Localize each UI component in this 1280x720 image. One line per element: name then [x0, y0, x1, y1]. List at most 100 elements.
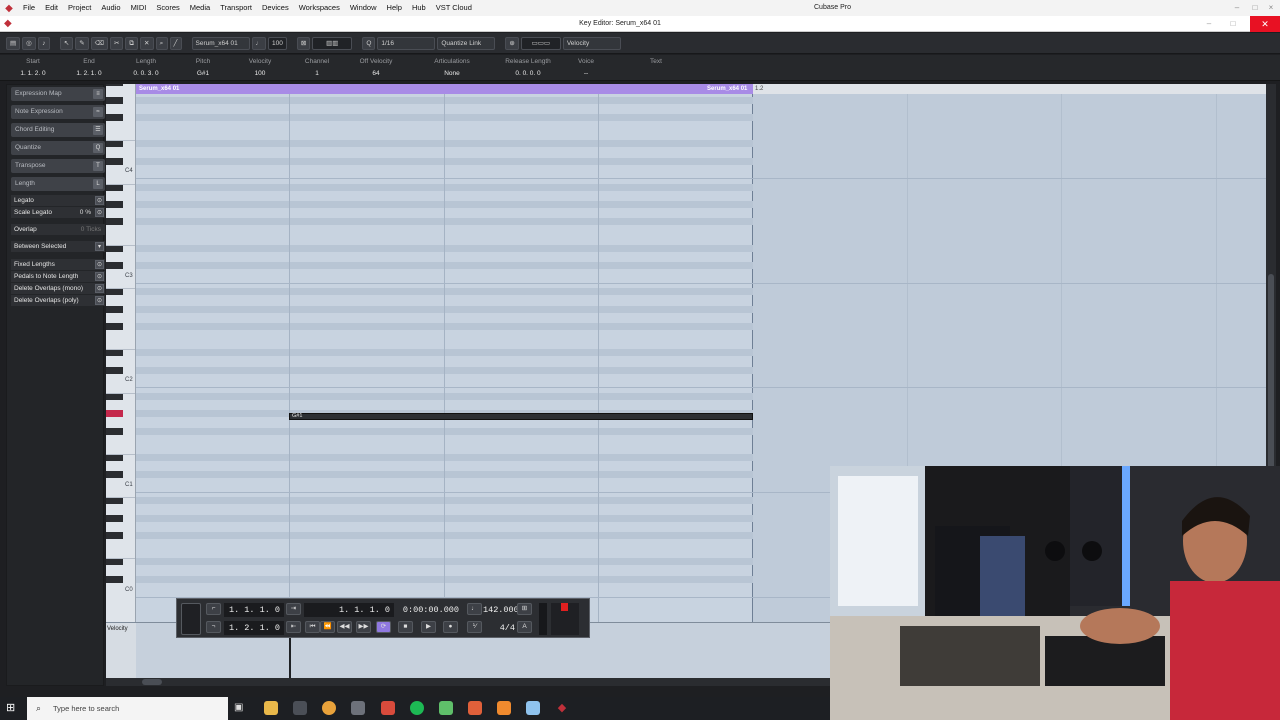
line-tool-icon[interactable]: ╱ [169, 36, 182, 50]
spotify-icon[interactable] [410, 701, 424, 715]
piano-black-key[interactable] [106, 288, 123, 296]
piano-black-key[interactable] [106, 392, 123, 400]
apply-icon[interactable]: ⊙ [95, 208, 104, 217]
cubase-logo-icon[interactable]: ◆ [0, 0, 18, 16]
taskbar-app-icon[interactable] [351, 701, 365, 715]
menu-edit[interactable]: Edit [40, 0, 63, 16]
task-view-icon[interactable]: ▣ [234, 701, 248, 715]
quantize-icon[interactable]: Q [362, 36, 376, 50]
left-locator-icon[interactable]: ⌐ [206, 603, 221, 615]
info-start[interactable]: Start 1. 1. 2. 0 [16, 58, 50, 77]
tempo-track-icon[interactable]: ♩ [467, 603, 482, 615]
taskbar-search-box[interactable]: ⌕ Type here to search [27, 697, 228, 720]
menu-hub[interactable]: Hub [407, 0, 431, 16]
insert-velocity-icon[interactable]: ♩ [251, 36, 266, 50]
menu-file[interactable]: File [18, 0, 40, 16]
right-locator-icon[interactable]: ¬ [206, 621, 221, 633]
piano-black-key[interactable] [106, 218, 123, 226]
transport-handle[interactable] [181, 603, 201, 635]
controller-lane-selector[interactable]: Velocity [562, 36, 621, 50]
taskbar-app-icon[interactable] [439, 701, 453, 715]
chrome-icon[interactable] [322, 701, 336, 715]
piano-black-key[interactable] [106, 157, 123, 165]
menu-midi[interactable]: MIDI [126, 0, 152, 16]
fast-forward-icon[interactable]: ▶▶ [356, 621, 371, 633]
menu-devices[interactable]: Devices [257, 0, 294, 16]
rewind-icon[interactable]: ◀◀ [337, 621, 352, 633]
zoom-tool-icon[interactable]: ⌕ [155, 36, 168, 50]
cubase-taskbar-icon[interactable]: ◆ [555, 701, 569, 715]
piano-black-key[interactable] [106, 244, 123, 252]
quantize-preset-selector[interactable]: 1/16 [377, 36, 436, 50]
taskbar-app-icon[interactable] [497, 701, 511, 715]
right-locator-display[interactable]: 1. 2. 1. 0 [224, 621, 284, 635]
menu-media[interactable]: Media [185, 0, 215, 16]
piano-black-key[interactable] [106, 532, 123, 540]
section-length[interactable]: Length L [11, 177, 105, 191]
piano-black-key[interactable] [106, 201, 123, 209]
info-length[interactable]: Length 0. 0. 3. 0 [128, 58, 164, 77]
apply-icon[interactable]: ⊙ [95, 260, 104, 269]
menu-vst-cloud[interactable]: VST Cloud [431, 0, 477, 16]
menu-transport[interactable]: Transport [215, 0, 257, 16]
solo-editor-icon[interactable]: ◎ [22, 36, 36, 50]
info-end[interactable]: End 1. 2. 1. 0 [72, 58, 106, 77]
minimize-icon[interactable]: – [1230, 0, 1244, 16]
draw-tool-icon[interactable]: ✎ [75, 36, 89, 50]
play-icon[interactable]: ▶ [421, 621, 436, 633]
acoustic-feedback-icon[interactable]: ♪ [37, 36, 50, 50]
piano-black-key[interactable] [106, 366, 123, 374]
section-note-expression[interactable]: Note Expression ≈ [11, 105, 105, 119]
track-selector[interactable]: Serum_x64 01 [191, 36, 250, 50]
piano-black-key[interactable] [106, 84, 123, 87]
chord-assistant-icon[interactable]: ⊕ [505, 36, 519, 50]
position-time-display[interactable]: 0:00:00.000 [391, 603, 463, 617]
length-legato[interactable]: Legato ⊙ [11, 195, 105, 206]
piano-black-key[interactable] [106, 514, 123, 522]
section-chord-editing[interactable]: Chord Editing ☰ [11, 123, 105, 137]
taskbar-app-icon[interactable] [381, 701, 395, 715]
close-icon[interactable]: × [1264, 0, 1278, 16]
erase-tool-icon[interactable]: ⌫ [90, 36, 108, 50]
punch-out-icon[interactable]: ⇤ [286, 621, 301, 633]
windows-start-icon[interactable]: ⊞ [6, 702, 18, 714]
piano-black-key[interactable] [106, 575, 123, 583]
signature-display[interactable]: 4/4 [483, 621, 519, 635]
apply-icon[interactable]: ⊙ [95, 296, 104, 305]
glue-tool-icon[interactable]: ⧉ [125, 36, 139, 50]
maximize-icon[interactable]: □ [1248, 0, 1262, 16]
piano-black-key[interactable] [106, 427, 123, 435]
record-icon[interactable]: ● [443, 621, 458, 633]
taskbar-app-icon[interactable] [526, 701, 540, 715]
precount-icon[interactable]: A [517, 621, 532, 633]
mute-tool-icon[interactable]: ✕ [140, 36, 154, 50]
info-off-velocity[interactable]: Off Velocity 64 [353, 58, 399, 77]
action-delete-overlaps-poly[interactable]: Delete Overlaps (poly) ⊙ [11, 295, 105, 306]
editor-close-button[interactable]: ✕ [1250, 16, 1280, 32]
piano-black-key[interactable] [106, 558, 123, 566]
tempo-display[interactable]: 142.000 [483, 603, 519, 617]
maximize-icon[interactable]: □ [1226, 16, 1240, 32]
step-input-controls[interactable]: ▭▭▭ [520, 36, 561, 50]
info-voice[interactable]: Voice -- [572, 58, 600, 77]
piano-black-key[interactable] [106, 349, 123, 357]
taskbar-app-icon[interactable] [293, 701, 307, 715]
section-expression-map[interactable]: Expression Map ≡ [11, 87, 105, 101]
go-to-start-icon[interactable]: ⏮ [305, 621, 320, 633]
length-mode-selector[interactable]: Between Selected ▾ [11, 241, 105, 252]
info-velocity[interactable]: Velocity 100 [243, 58, 277, 77]
split-tool-icon[interactable]: ✂ [109, 36, 124, 50]
length-scale-legato[interactable]: Scale Legato 0 % ⊙ [11, 207, 105, 218]
apply-icon[interactable]: ⊙ [95, 284, 104, 293]
inspector-toggle-icon[interactable]: ▤ [6, 36, 21, 50]
info-release-length[interactable]: Release Length 0. 0. 0. 0 [500, 58, 556, 77]
left-locator-display[interactable]: 1. 1. 1. 0 [224, 603, 284, 617]
piano-keyboard[interactable]: C4 C3 C2 C1 C0 [106, 84, 136, 622]
piano-black-key[interactable] [106, 322, 123, 330]
velocity-bar[interactable] [289, 637, 291, 679]
action-delete-overlaps-mono[interactable]: Delete Overlaps (mono) ⊙ [11, 283, 105, 294]
signature-icon[interactable]: ⅟ [467, 621, 482, 633]
midi-note[interactable]: G#1 [289, 413, 753, 420]
ruler[interactable]: Serum_x64 01 Serum_x64 01 1.2 [136, 84, 1266, 94]
menu-audio[interactable]: Audio [96, 0, 125, 16]
